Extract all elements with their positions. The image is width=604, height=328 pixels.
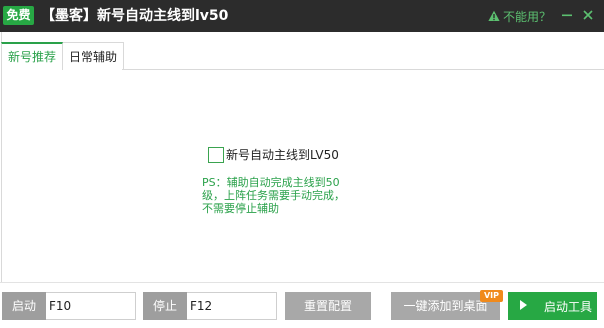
tab-divider: [122, 69, 604, 70]
auto-main-quest-label: 新号自动主线到LV50: [226, 148, 339, 162]
tab-bar: 新号推荐 日常辅助: [1, 42, 125, 70]
close-button[interactable]: [578, 0, 598, 32]
tab-new-account[interactable]: 新号推荐: [1, 42, 64, 70]
reset-config-button[interactable]: 重置配置: [285, 292, 371, 320]
stop-hotkey-label: 停止: [143, 292, 187, 320]
help-link-label: 不能用？: [503, 9, 552, 24]
vip-badge: VIP: [480, 290, 503, 302]
minimize-icon: [562, 9, 572, 23]
play-icon: [520, 299, 527, 313]
start-hotkey-label: 启动: [2, 292, 46, 320]
ps-note: PS：辅助自动完成主线到50 级，上阵任务需要手动完成， 不需要停止辅助: [202, 176, 345, 215]
launch-tool-button[interactable]: 启动工具: [508, 292, 597, 320]
start-hotkey-input[interactable]: [46, 292, 136, 320]
tab-daily-assist[interactable]: 日常辅助: [63, 42, 125, 70]
title-bar: 免费 【墨客】新号自动主线到lv50 不能用？: [0, 0, 604, 32]
stop-hotkey-input[interactable]: [187, 292, 277, 320]
app-window: 免费 【墨客】新号自动主线到lv50 不能用？ 新号推荐 日常辅助 新号自动主线…: [0, 0, 604, 328]
stop-hotkey-group: 停止: [143, 292, 277, 320]
warning-icon: [488, 10, 500, 22]
auto-main-quest-checkbox[interactable]: [208, 146, 224, 163]
free-badge: 免费: [3, 6, 34, 25]
help-link[interactable]: 不能用？: [488, 0, 551, 32]
app-title: 【墨客】新号自动主线到lv50: [41, 8, 229, 24]
minimize-button[interactable]: [557, 0, 577, 32]
auto-main-quest-option[interactable]: 新号自动主线到LV50: [208, 146, 339, 163]
bottom-divider: [0, 282, 604, 283]
close-icon: [583, 9, 593, 23]
start-hotkey-group: 启动: [2, 292, 136, 320]
launch-tool-label: 启动工具: [544, 299, 593, 314]
